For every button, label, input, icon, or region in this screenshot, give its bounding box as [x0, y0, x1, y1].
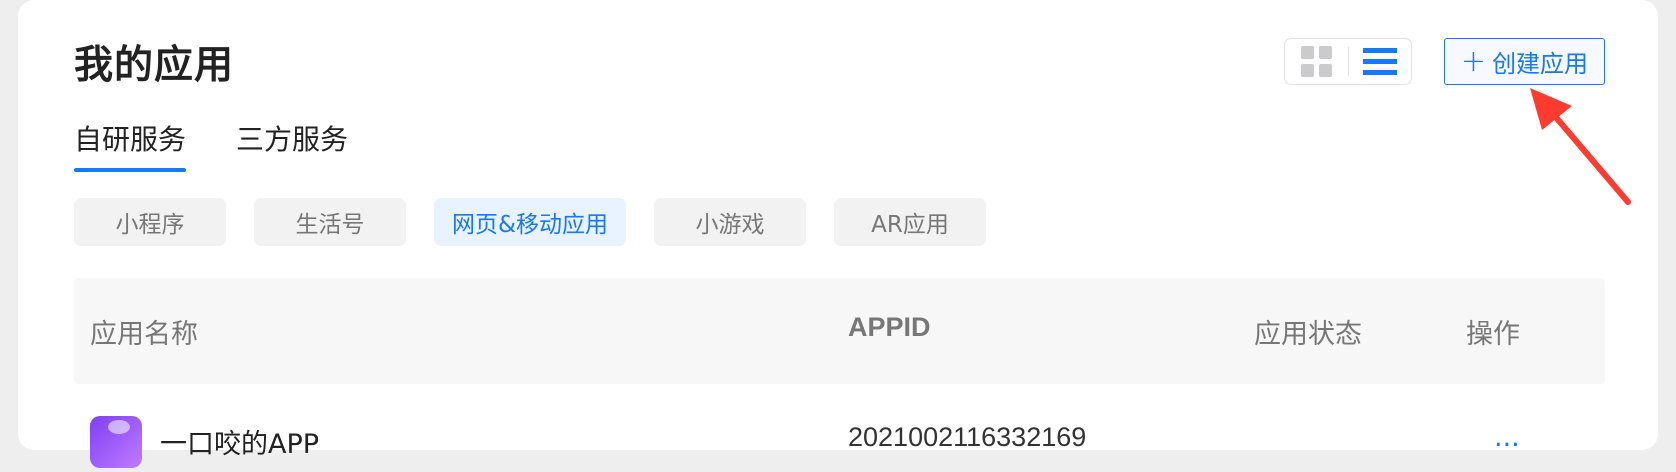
create-app-button[interactable]: + 创建应用 [1444, 38, 1605, 85]
create-app-label: 创建应用 [1492, 50, 1589, 78]
grid-view-button[interactable] [1285, 39, 1348, 84]
view-toggle [1284, 38, 1412, 85]
header-app-status: 应用状态 [1254, 319, 1362, 350]
table-row[interactable]: 一口咬的APP 2021002116332169 ... [74, 412, 1605, 472]
filter-ar-app[interactable]: AR应用 [834, 198, 986, 246]
plus-icon: + [1460, 43, 1487, 79]
service-tabs: 自研服务 三方服务 [74, 118, 348, 172]
header-app-name: 应用名称 [90, 319, 198, 350]
tab-third-party[interactable]: 三方服务 [236, 118, 348, 172]
app-appid: 2021002116332169 [848, 422, 1087, 452]
filter-mini-program[interactable]: 小程序 [74, 198, 226, 246]
page-title: 我的应用 [74, 43, 235, 88]
tab-self-developed[interactable]: 自研服务 [74, 118, 187, 172]
app-name[interactable]: 一口咬的APP [160, 422, 319, 461]
filter-mini-game[interactable]: 小游戏 [654, 198, 806, 246]
row-operation[interactable]: ... [1494, 422, 1520, 453]
grid-icon [1300, 46, 1332, 77]
table-header: 应用名称 APPID 应用状态 操作 [74, 278, 1605, 384]
header-appid: APPID [848, 312, 931, 342]
app-icon [90, 416, 142, 468]
header-operation: 操作 [1466, 319, 1520, 350]
filter-web-mobile-app[interactable]: 网页&移动应用 [434, 198, 626, 246]
filter-life-account[interactable]: 生活号 [254, 198, 406, 246]
app-type-filters: 小程序 生活号 网页&移动应用 小游戏 AR应用 [74, 198, 986, 246]
list-icon [1362, 48, 1397, 75]
list-view-button[interactable] [1348, 39, 1411, 84]
apps-card: 我的应用 + 创建应用 自研服务 三方服务 小程序 生活号 网页&移动应用 小游… [18, 0, 1658, 468]
